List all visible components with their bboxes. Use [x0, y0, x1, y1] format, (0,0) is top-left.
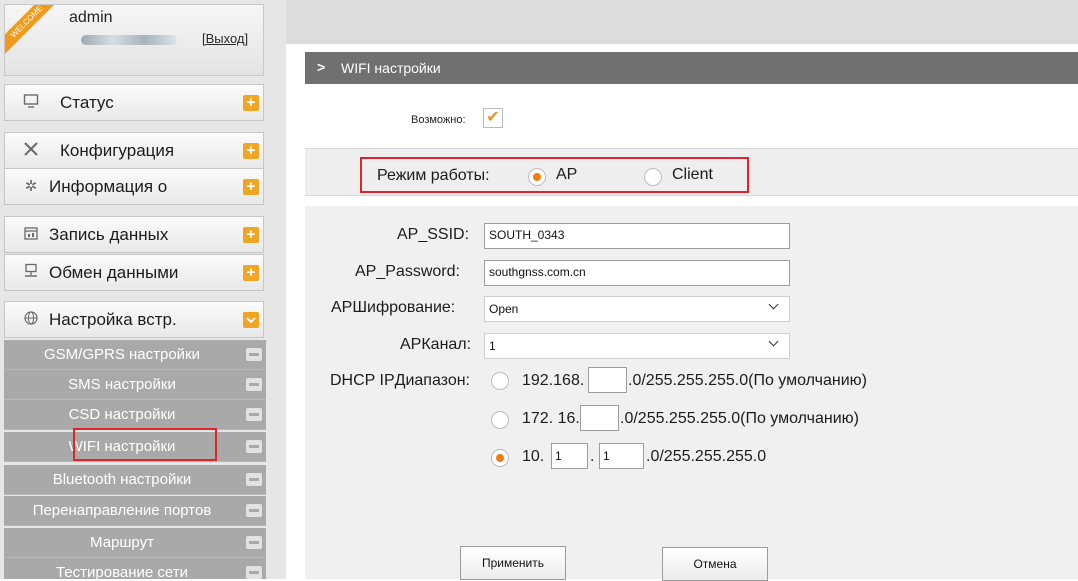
submenu-item-port-forwarding[interactable]: Перенаправление портов	[4, 496, 266, 526]
dhcp-10-octet3-input[interactable]: 1	[599, 443, 644, 469]
submenu-label: SMS настройки	[68, 376, 176, 393]
chevron-right-icon: >	[317, 59, 326, 75]
menu-item-embedded-settings[interactable]: Настройка встр.	[4, 301, 264, 338]
expand-plus-icon[interactable]: +	[243, 227, 259, 243]
calendar-icon	[21, 225, 41, 245]
content-area: Возможно: ✔ Режим работы: AP Client AP_S…	[305, 84, 1078, 581]
menu-label-configuration: Конфигурация	[60, 141, 175, 160]
monitor-icon	[21, 93, 41, 113]
submenu-item-route[interactable]: Маршрут	[4, 528, 266, 558]
ssid-input[interactable]: SOUTH_0343	[484, 223, 790, 249]
encryption-select[interactable]: Open	[484, 296, 790, 322]
submenu-label: Перенаправление портов	[32, 502, 212, 519]
expand-plus-icon[interactable]: +	[243, 179, 259, 195]
wifi-menu-highlight-box	[73, 428, 217, 461]
menu-item-data-exchange[interactable]: Обмен данными +	[4, 254, 264, 291]
mode-row: Режим работы: AP Client	[305, 148, 1078, 196]
dhcp-label: DHCP IPДиапазон:	[330, 372, 470, 389]
channel-select-value: 1	[489, 339, 496, 353]
dhcp-192-suffix: .0/255.255.255.0(По умолчанию)	[628, 372, 867, 389]
dhcp-10-prefix: 10.	[522, 448, 545, 465]
menu-item-information[interactable]: ✲ Информация о +	[4, 168, 264, 205]
submenu-item-gsm-gprs[interactable]: GSM/GPRS настройки	[4, 340, 266, 370]
dhcp-10-suffix: .0/255.255.255.0	[646, 448, 767, 465]
channel-label: APКанал:	[400, 336, 472, 353]
menu-item-data-logging[interactable]: Запись данных +	[4, 216, 264, 253]
user-panel: WELCOME admin [Выход]	[4, 4, 264, 76]
expand-plus-icon[interactable]: +	[243, 143, 259, 159]
password-input[interactable]: southgnss.com.cn	[484, 260, 790, 286]
page-title-bar: > WIFI настройки	[305, 52, 1078, 84]
menu-item-configuration[interactable]: Конфигурация +	[4, 132, 264, 169]
dhcp-172-radio[interactable]	[491, 411, 509, 429]
enable-checkbox[interactable]: ✔	[483, 108, 503, 128]
dhcp-10-radio[interactable]	[491, 449, 509, 467]
menu-label-information: Информация о	[49, 177, 168, 196]
blurred-user-info	[81, 35, 177, 45]
submenu-label: GSM/GPRS настройки	[43, 346, 200, 363]
submenu-label: Тестирование сети	[55, 564, 188, 579]
enable-label: Возможно:	[411, 114, 466, 126]
dhcp-192-radio[interactable]	[491, 372, 509, 390]
wifi-form: AP_SSID: SOUTH_0343 AP_Password: southgn…	[305, 206, 1078, 581]
apply-button[interactable]: Применить	[460, 546, 566, 580]
mode-highlight-box: Режим работы: AP Client	[360, 157, 749, 193]
mode-label: Режим работы:	[377, 167, 490, 184]
dhcp-192-prefix: 192.168.	[522, 372, 585, 389]
menu-label-data-exchange: Обмен данными	[49, 263, 179, 282]
mode-ap-radio[interactable]	[528, 168, 546, 186]
submenu-item-csd[interactable]: CSD настройки	[4, 400, 266, 430]
dhcp-192-octet-input[interactable]	[588, 367, 627, 393]
logout-link[interactable]: [Выход]	[202, 31, 248, 46]
sidebar: WELCOME admin [Выход] Статус + Конфигура…	[0, 0, 286, 579]
menu-label-data-logging: Запись данных	[49, 225, 169, 244]
minus-icon	[246, 536, 262, 549]
mode-ap-label: AP	[556, 166, 578, 183]
submenu-label: Маршрут	[90, 534, 154, 551]
minus-icon	[246, 348, 262, 361]
mode-client-label: Client	[672, 166, 713, 183]
satellite-icon: ✲	[24, 178, 38, 195]
encryption-label: APШифрование:	[331, 299, 456, 316]
cancel-button[interactable]: Отмена	[662, 547, 768, 581]
password-label: AP_Password:	[355, 263, 460, 280]
menu-label-embedded-settings: Настройка встр.	[49, 310, 177, 329]
dhcp-10-separator: .	[590, 448, 595, 465]
minus-icon	[246, 566, 262, 579]
minus-icon	[246, 378, 262, 391]
submenu-item-network-test[interactable]: Тестирование сети	[4, 558, 266, 579]
menu-label-status: Статус	[60, 93, 114, 112]
tools-icon	[21, 141, 41, 161]
ssid-label: AP_SSID:	[397, 226, 470, 243]
dhcp-10-octet2-input[interactable]: 1	[551, 443, 588, 469]
minus-icon	[246, 504, 262, 517]
minus-icon	[246, 440, 262, 453]
dhcp-172-prefix: 172. 16.	[522, 410, 580, 427]
dhcp-172-octet-input[interactable]	[580, 405, 619, 431]
menu-item-status[interactable]: Статус +	[4, 84, 264, 121]
network-icon	[21, 263, 41, 283]
collapse-icon[interactable]	[243, 312, 259, 328]
minus-icon	[246, 473, 262, 486]
username: admin	[69, 9, 113, 26]
expand-plus-icon[interactable]: +	[243, 265, 259, 281]
minus-icon	[246, 408, 262, 421]
globe-icon	[21, 310, 41, 330]
submenu-item-sms[interactable]: SMS настройки	[4, 370, 266, 400]
submenu-label: CSD настройки	[68, 406, 176, 423]
main-panel: > WIFI настройки Возможно: ✔ Режим работ…	[286, 0, 1078, 581]
dhcp-172-suffix: .0/255.255.255.0(По умолчанию)	[620, 410, 859, 427]
submenu-item-bluetooth[interactable]: Bluetooth настройки	[4, 465, 266, 495]
welcome-ribbon: WELCOME	[5, 5, 61, 56]
channel-select[interactable]: 1	[484, 333, 790, 359]
mode-client-radio[interactable]	[644, 168, 662, 186]
submenu-label: Bluetooth настройки	[52, 471, 192, 488]
chevron-down-icon	[768, 336, 779, 347]
encryption-select-value: Open	[489, 302, 519, 316]
expand-plus-icon[interactable]: +	[243, 95, 259, 111]
page-title: WIFI настройки	[341, 60, 441, 76]
chevron-down-icon	[768, 299, 779, 310]
top-bar	[286, 0, 1078, 44]
